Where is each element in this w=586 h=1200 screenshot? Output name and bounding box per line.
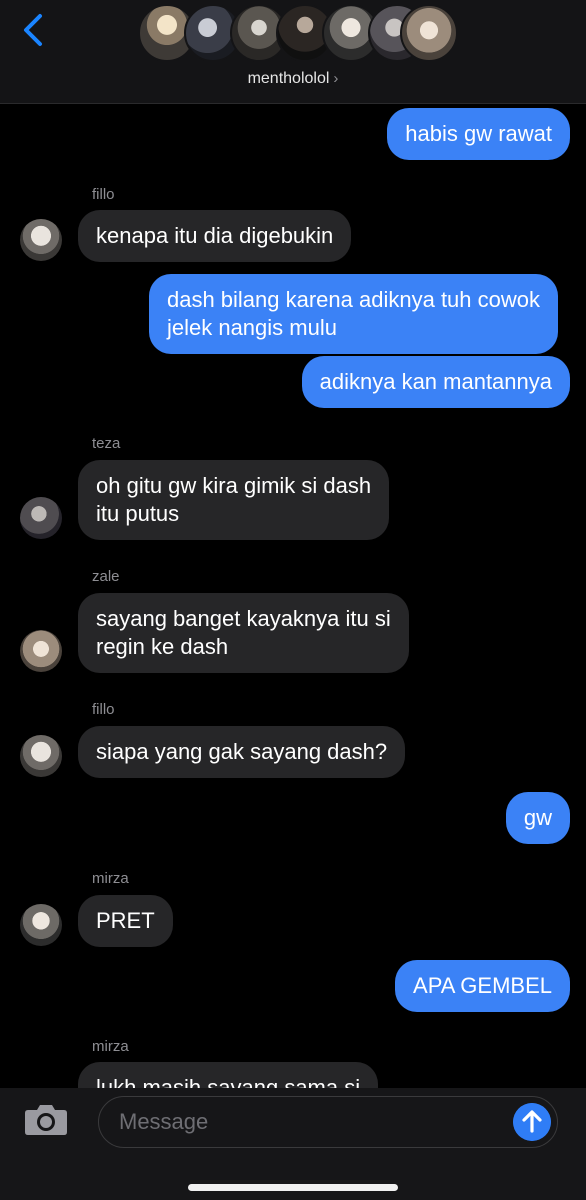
group-name-label: menthololol	[247, 70, 330, 87]
outgoing-message[interactable]: dash bilang karena adiknya tuh cowok jel…	[148, 274, 558, 354]
message-list[interactable]: habis gw rawat fillo kenapa itu dia dige…	[0, 104, 586, 1088]
incoming-message[interactable]: lukh masih sayang sama si	[78, 1062, 379, 1088]
sender-name: fillo	[92, 186, 115, 203]
outgoing-message[interactable]: adiknya kan mantannya	[301, 356, 570, 408]
incoming-message[interactable]: oh gitu gw kira gimik si dash itu putus	[78, 460, 390, 540]
sender-name: fillo	[92, 701, 115, 718]
incoming-message[interactable]: PRET	[78, 895, 173, 947]
back-chevron-icon[interactable]	[18, 10, 48, 50]
group-name-button[interactable]: menthololol ›	[0, 70, 586, 88]
incoming-message[interactable]: siapa yang gak sayang dash?	[78, 726, 406, 778]
incoming-message[interactable]: sayang banget kayaknya itu si regin ke d…	[78, 593, 409, 673]
incoming-message[interactable]: kenapa itu dia digebukin	[78, 210, 352, 262]
camera-icon[interactable]	[24, 1102, 68, 1136]
sender-name: zale	[92, 568, 120, 585]
message-input[interactable]: Message	[98, 1096, 558, 1148]
avatar[interactable]	[20, 497, 62, 539]
outgoing-message[interactable]: gw	[505, 792, 570, 844]
send-arrow-up-icon[interactable]	[513, 1103, 551, 1141]
outgoing-message[interactable]: APA GEMBEL	[395, 960, 570, 1012]
avatar[interactable]	[20, 630, 62, 672]
chevron-right-icon: ›	[333, 70, 339, 87]
avatar[interactable]	[20, 735, 62, 777]
outgoing-message[interactable]: habis gw rawat	[387, 108, 570, 160]
message-composer: Message	[0, 1088, 586, 1200]
avatar	[400, 4, 458, 62]
sender-name: mirza	[92, 1038, 129, 1055]
avatar[interactable]	[20, 219, 62, 261]
sender-name: mirza	[92, 870, 129, 887]
message-placeholder: Message	[119, 1109, 209, 1134]
avatar[interactable]	[20, 904, 62, 946]
conversation-header: menthololol ›	[0, 0, 586, 104]
sender-name: teza	[92, 435, 121, 452]
home-indicator[interactable]	[188, 1184, 398, 1191]
